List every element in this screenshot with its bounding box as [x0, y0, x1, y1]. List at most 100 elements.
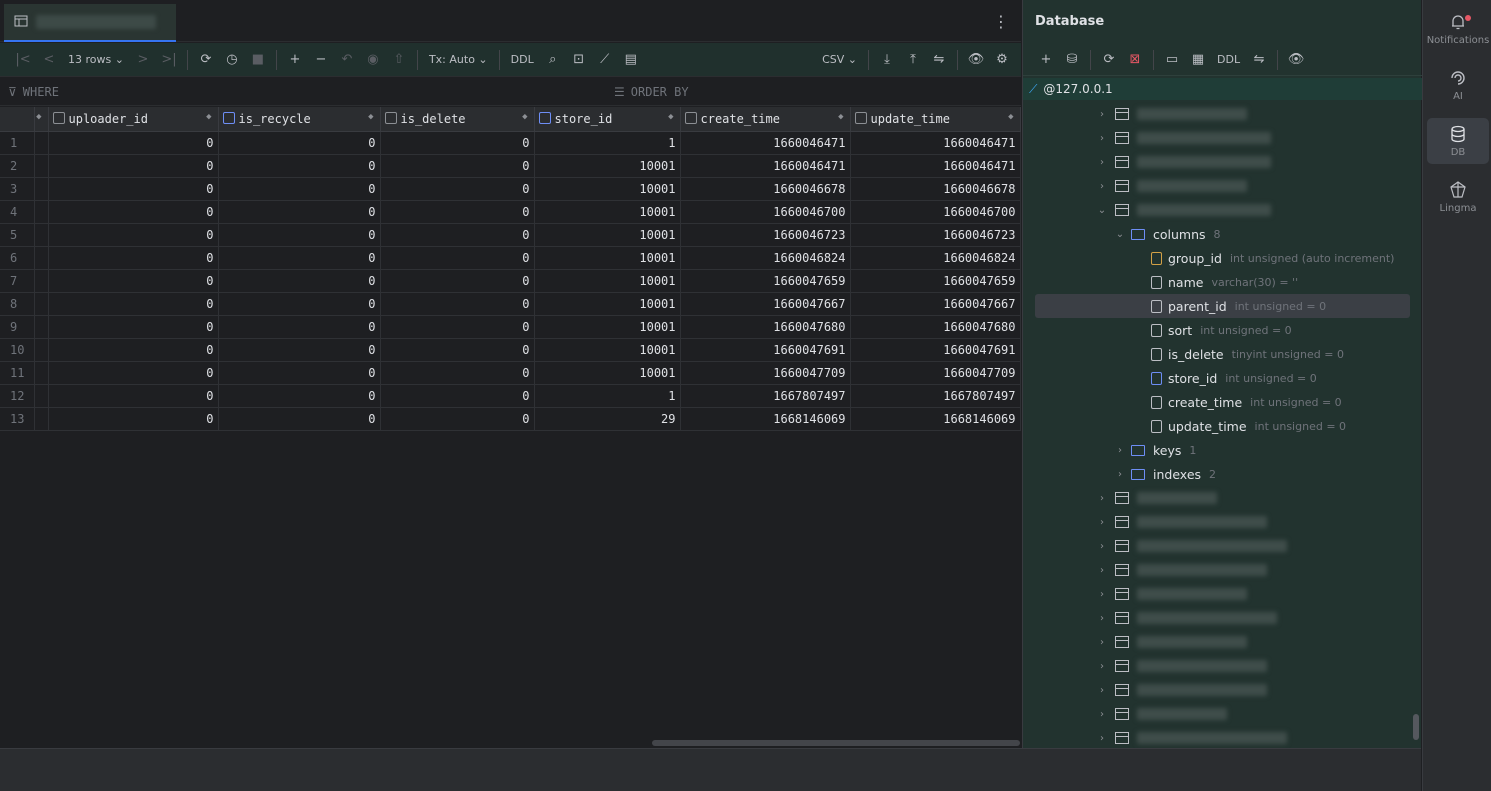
table-cell[interactable]: 1660046700 [680, 200, 851, 224]
sort-toggle-icon[interactable]: ◆ [838, 112, 843, 122]
chevron-right-icon[interactable]: › [1095, 493, 1109, 504]
column-header[interactable]: uploader_id ◆ [48, 107, 219, 132]
delete-row-icon[interactable]: − [310, 48, 332, 72]
table-cell[interactable]: 0 [380, 292, 535, 316]
horizontal-scrollbar[interactable] [0, 738, 1021, 748]
compare-icon[interactable]: ⇋ [1248, 48, 1270, 72]
table-cell[interactable]: 0 [48, 338, 219, 362]
table-cell[interactable]: 0 [48, 407, 219, 431]
sort-toggle-icon[interactable]: ◆ [668, 112, 673, 122]
row-selector[interactable] [34, 292, 49, 316]
row-selector[interactable] [34, 200, 49, 224]
table-node-expanded[interactable]: ⌄ [1023, 198, 1422, 222]
table-cell[interactable]: 10001 [534, 338, 681, 362]
table-cell[interactable]: 1667807497 [680, 384, 851, 408]
table-row[interactable]: 5 0 0 0 10001 1660046723 1660046723 [0, 223, 1021, 247]
table-view-icon[interactable]: ▦ [1187, 48, 1209, 72]
table-cell[interactable]: 0 [380, 407, 535, 431]
eye-icon[interactable]: 👁 [1285, 48, 1307, 72]
chevron-right-icon[interactable]: › [1095, 661, 1109, 672]
folder-node-columns[interactable]: ⌄ columns 8 [1023, 222, 1422, 246]
column-node[interactable]: is_delete tinyint unsigned = 0 [1023, 342, 1422, 366]
download-icon[interactable]: ⤓ [876, 48, 898, 72]
row-selector[interactable] [34, 246, 49, 270]
chevron-right-icon[interactable]: › [1095, 565, 1109, 576]
chevron-right-icon[interactable]: › [1095, 109, 1109, 120]
table-row[interactable]: 1 0 0 0 1 1660046471 1660046471 [0, 131, 1021, 155]
table-cell[interactable]: 0 [380, 131, 535, 155]
stop-icon[interactable]: ■ [247, 48, 269, 72]
compare-icon[interactable]: ⇋ [928, 48, 950, 72]
column-node[interactable]: update_time int unsigned = 0 [1023, 414, 1422, 438]
table-cell[interactable]: 10001 [534, 246, 681, 270]
table-cell[interactable]: 0 [380, 200, 535, 224]
column-header[interactable]: update_time ◆ [850, 107, 1021, 132]
table-cell[interactable]: 1660046700 [850, 200, 1021, 224]
table-cell[interactable]: 0 [48, 131, 219, 155]
sort-toggle-icon[interactable]: ◆ [522, 112, 527, 122]
table-row[interactable]: 4 0 0 0 10001 1660046700 1660046700 [0, 200, 1021, 224]
lingma-button[interactable]: Lingma [1427, 174, 1489, 220]
orderby-filter[interactable]: ☰ ORDER BY [614, 85, 689, 99]
table-cell[interactable]: 1660046678 [850, 177, 1021, 201]
chevron-right-icon[interactable]: › [1095, 685, 1109, 696]
add-row-icon[interactable]: + [284, 48, 306, 72]
folder-node-keys[interactable]: › keys 1 [1023, 438, 1422, 462]
table-cell[interactable]: 1660047667 [680, 292, 851, 316]
row-selector[interactable] [34, 384, 49, 408]
table-node[interactable]: › [1023, 102, 1422, 126]
table-cell[interactable]: 0 [380, 223, 535, 247]
table-cell[interactable]: 1660047691 [850, 338, 1021, 362]
table-cell[interactable]: 29 [534, 407, 681, 431]
table-cell[interactable]: 1667807497 [850, 384, 1021, 408]
table-cell[interactable]: 10001 [534, 269, 681, 293]
table-row[interactable]: 3 0 0 0 10001 1660046678 1660046678 [0, 177, 1021, 201]
table-node[interactable]: › [1023, 174, 1422, 198]
table-node[interactable]: › [1023, 582, 1422, 606]
table-cell[interactable]: 0 [218, 384, 381, 408]
row-selector[interactable] [34, 177, 49, 201]
table-node[interactable]: › [1023, 558, 1422, 582]
table-cell[interactable]: 10001 [534, 177, 681, 201]
table-cell[interactable]: 1660047691 [680, 338, 851, 362]
table-cell[interactable]: 0 [218, 315, 381, 339]
scrollbar-thumb[interactable] [652, 740, 1020, 746]
column-node[interactable]: parent_id int unsigned = 0 [1035, 294, 1410, 318]
column-selector-header[interactable]: ◆ [34, 107, 49, 132]
editor-tab[interactable] [4, 4, 176, 42]
table-cell[interactable]: 0 [380, 338, 535, 362]
row-selector[interactable] [34, 223, 49, 247]
table-row[interactable]: 9 0 0 0 10001 1660047680 1660047680 [0, 315, 1021, 339]
where-filter[interactable]: ⊽ WHERE [8, 85, 59, 99]
search-icon[interactable]: ⌕ [542, 48, 564, 72]
row-selector[interactable] [34, 407, 49, 431]
column-header[interactable]: create_time ◆ [680, 107, 851, 132]
column-node[interactable]: store_id int unsigned = 0 [1023, 366, 1422, 390]
ai-button[interactable]: AI [1427, 62, 1489, 108]
add-icon[interactable]: + [1035, 48, 1057, 72]
chevron-right-icon[interactable]: › [1095, 157, 1109, 168]
table-cell[interactable]: 1660046471 [850, 154, 1021, 178]
gear-icon[interactable]: ⚙ [991, 48, 1013, 72]
table-cell[interactable]: 10001 [534, 361, 681, 385]
table-cell[interactable]: 1660046471 [680, 131, 851, 155]
table-node[interactable]: › [1023, 150, 1422, 174]
chevron-right-icon[interactable]: › [1095, 517, 1109, 528]
export-format-dropdown[interactable]: CSV ⌄ [818, 48, 861, 72]
revert-icon[interactable]: ↶ [336, 48, 358, 72]
table-cell[interactable]: 1660046471 [850, 131, 1021, 155]
table-row[interactable]: 6 0 0 0 10001 1660046824 1660046824 [0, 246, 1021, 270]
row-selector[interactable] [34, 338, 49, 362]
table-node[interactable]: › [1023, 606, 1422, 630]
previous-page-icon[interactable]: < [38, 48, 60, 72]
next-page-icon[interactable]: > [132, 48, 154, 72]
table-row[interactable]: 11 0 0 0 10001 1660047709 1660047709 [0, 361, 1021, 385]
table-cell[interactable]: 10001 [534, 315, 681, 339]
table-node[interactable]: › [1023, 702, 1422, 726]
table-cell[interactable]: 0 [48, 177, 219, 201]
table-node[interactable]: › [1023, 630, 1422, 654]
column-node[interactable]: group_id int unsigned (auto increment) [1023, 246, 1422, 270]
chevron-right-icon[interactable]: › [1095, 709, 1109, 720]
ddl-button[interactable]: DDL [507, 48, 538, 72]
table-cell[interactable]: 1660046471 [680, 154, 851, 178]
